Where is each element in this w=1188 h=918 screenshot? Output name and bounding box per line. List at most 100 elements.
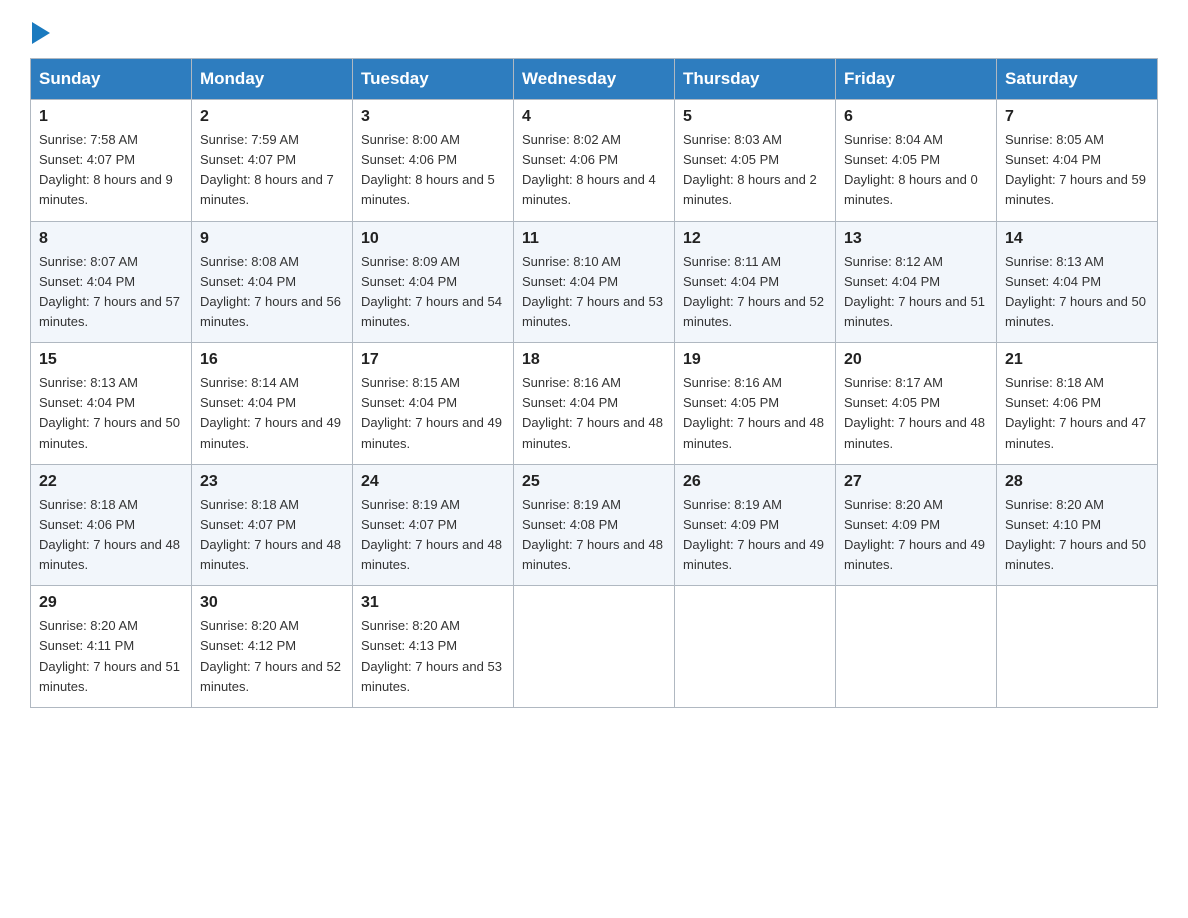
calendar-week-row: 8 Sunrise: 8:07 AMSunset: 4:04 PMDaylight… xyxy=(31,221,1158,343)
calendar-header-row: SundayMondayTuesdayWednesdayThursdayFrid… xyxy=(31,59,1158,100)
day-info: Sunrise: 8:20 AMSunset: 4:09 PMDaylight:… xyxy=(844,495,988,576)
calendar-cell xyxy=(836,586,997,708)
calendar-cell xyxy=(514,586,675,708)
day-number: 26 xyxy=(683,473,827,491)
calendar-cell: 6 Sunrise: 8:04 AMSunset: 4:05 PMDaylight… xyxy=(836,100,997,222)
day-number: 24 xyxy=(361,473,505,491)
day-number: 4 xyxy=(522,108,666,126)
day-info: Sunrise: 8:19 AMSunset: 4:08 PMDaylight:… xyxy=(522,495,666,576)
day-number: 9 xyxy=(200,230,344,248)
day-number: 23 xyxy=(200,473,344,491)
col-header-wednesday: Wednesday xyxy=(514,59,675,100)
day-info: Sunrise: 8:20 AMSunset: 4:13 PMDaylight:… xyxy=(361,616,505,697)
day-info: Sunrise: 7:59 AMSunset: 4:07 PMDaylight:… xyxy=(200,130,344,211)
day-number: 15 xyxy=(39,351,183,369)
calendar-cell: 5 Sunrise: 8:03 AMSunset: 4:05 PMDaylight… xyxy=(675,100,836,222)
day-number: 12 xyxy=(683,230,827,248)
day-info: Sunrise: 8:13 AMSunset: 4:04 PMDaylight:… xyxy=(1005,252,1149,333)
calendar-cell: 23 Sunrise: 8:18 AMSunset: 4:07 PMDayligh… xyxy=(192,464,353,586)
calendar-cell: 11Sunrise: 8:10 AMSunset: 4:04 PMDayligh… xyxy=(514,221,675,343)
day-info: Sunrise: 8:14 AMSunset: 4:04 PMDaylight:… xyxy=(200,373,344,454)
col-header-tuesday: Tuesday xyxy=(353,59,514,100)
day-info: Sunrise: 8:13 AMSunset: 4:04 PMDaylight:… xyxy=(39,373,183,454)
calendar-cell: 30 Sunrise: 8:20 AMSunset: 4:12 PMDayligh… xyxy=(192,586,353,708)
calendar-week-row: 15 Sunrise: 8:13 AMSunset: 4:04 PMDayligh… xyxy=(31,343,1158,465)
day-info: Sunrise: 8:18 AMSunset: 4:06 PMDaylight:… xyxy=(1005,373,1149,454)
calendar-cell: 28Sunrise: 8:20 AMSunset: 4:10 PMDayligh… xyxy=(997,464,1158,586)
calendar-cell: 20 Sunrise: 8:17 AMSunset: 4:05 PMDayligh… xyxy=(836,343,997,465)
calendar-cell: 14 Sunrise: 8:13 AMSunset: 4:04 PMDayligh… xyxy=(997,221,1158,343)
day-number: 31 xyxy=(361,594,505,612)
day-number: 1 xyxy=(39,108,183,126)
day-info: Sunrise: 8:09 AMSunset: 4:04 PMDaylight:… xyxy=(361,252,505,333)
day-number: 20 xyxy=(844,351,988,369)
day-number: 13 xyxy=(844,230,988,248)
calendar-cell: 1 Sunrise: 7:58 AMSunset: 4:07 PMDaylight… xyxy=(31,100,192,222)
day-number: 29 xyxy=(39,594,183,612)
calendar-cell: 8 Sunrise: 8:07 AMSunset: 4:04 PMDaylight… xyxy=(31,221,192,343)
day-number: 21 xyxy=(1005,351,1149,369)
calendar-cell: 15 Sunrise: 8:13 AMSunset: 4:04 PMDayligh… xyxy=(31,343,192,465)
calendar-cell: 9Sunrise: 8:08 AMSunset: 4:04 PMDaylight… xyxy=(192,221,353,343)
day-info: Sunrise: 7:58 AMSunset: 4:07 PMDaylight:… xyxy=(39,130,183,211)
day-info: Sunrise: 8:07 AMSunset: 4:04 PMDaylight:… xyxy=(39,252,183,333)
calendar-cell: 16 Sunrise: 8:14 AMSunset: 4:04 PMDayligh… xyxy=(192,343,353,465)
day-number: 30 xyxy=(200,594,344,612)
page-header xyxy=(30,20,1158,42)
day-info: Sunrise: 8:18 AMSunset: 4:07 PMDaylight:… xyxy=(200,495,344,576)
calendar-cell: 18Sunrise: 8:16 AMSunset: 4:04 PMDayligh… xyxy=(514,343,675,465)
day-info: Sunrise: 8:10 AMSunset: 4:04 PMDaylight:… xyxy=(522,252,666,333)
day-number: 8 xyxy=(39,230,183,248)
calendar-cell: 24 Sunrise: 8:19 AMSunset: 4:07 PMDayligh… xyxy=(353,464,514,586)
day-info: Sunrise: 8:17 AMSunset: 4:05 PMDaylight:… xyxy=(844,373,988,454)
day-info: Sunrise: 8:19 AMSunset: 4:07 PMDaylight:… xyxy=(361,495,505,576)
day-info: Sunrise: 8:04 AMSunset: 4:05 PMDaylight:… xyxy=(844,130,988,211)
calendar-cell: 27 Sunrise: 8:20 AMSunset: 4:09 PMDayligh… xyxy=(836,464,997,586)
calendar-cell: 26 Sunrise: 8:19 AMSunset: 4:09 PMDayligh… xyxy=(675,464,836,586)
day-info: Sunrise: 8:16 AMSunset: 4:05 PMDaylight:… xyxy=(683,373,827,454)
col-header-saturday: Saturday xyxy=(997,59,1158,100)
calendar-cell: 22 Sunrise: 8:18 AMSunset: 4:06 PMDayligh… xyxy=(31,464,192,586)
day-number: 5 xyxy=(683,108,827,126)
col-header-friday: Friday xyxy=(836,59,997,100)
day-info: Sunrise: 8:19 AMSunset: 4:09 PMDaylight:… xyxy=(683,495,827,576)
day-number: 25 xyxy=(522,473,666,491)
day-info: Sunrise: 8:20 AMSunset: 4:12 PMDaylight:… xyxy=(200,616,344,697)
day-number: 28 xyxy=(1005,473,1149,491)
day-number: 10 xyxy=(361,230,505,248)
calendar-week-row: 1 Sunrise: 7:58 AMSunset: 4:07 PMDaylight… xyxy=(31,100,1158,222)
day-number: 7 xyxy=(1005,108,1149,126)
calendar-cell: 19 Sunrise: 8:16 AMSunset: 4:05 PMDayligh… xyxy=(675,343,836,465)
calendar-cell: 17 Sunrise: 8:15 AMSunset: 4:04 PMDayligh… xyxy=(353,343,514,465)
calendar-cell: 3Sunrise: 8:00 AMSunset: 4:06 PMDaylight… xyxy=(353,100,514,222)
day-info: Sunrise: 8:15 AMSunset: 4:04 PMDaylight:… xyxy=(361,373,505,454)
day-info: Sunrise: 8:18 AMSunset: 4:06 PMDaylight:… xyxy=(39,495,183,576)
day-number: 19 xyxy=(683,351,827,369)
day-number: 6 xyxy=(844,108,988,126)
calendar-table: SundayMondayTuesdayWednesdayThursdayFrid… xyxy=(30,58,1158,708)
day-info: Sunrise: 8:20 AMSunset: 4:11 PMDaylight:… xyxy=(39,616,183,697)
day-number: 27 xyxy=(844,473,988,491)
day-info: Sunrise: 8:03 AMSunset: 4:05 PMDaylight:… xyxy=(683,130,827,211)
calendar-cell: 31 Sunrise: 8:20 AMSunset: 4:13 PMDayligh… xyxy=(353,586,514,708)
calendar-week-row: 22 Sunrise: 8:18 AMSunset: 4:06 PMDayligh… xyxy=(31,464,1158,586)
calendar-cell: 7 Sunrise: 8:05 AMSunset: 4:04 PMDaylight… xyxy=(997,100,1158,222)
calendar-cell: 12 Sunrise: 8:11 AMSunset: 4:04 PMDayligh… xyxy=(675,221,836,343)
day-number: 14 xyxy=(1005,230,1149,248)
day-info: Sunrise: 8:11 AMSunset: 4:04 PMDaylight:… xyxy=(683,252,827,333)
day-number: 17 xyxy=(361,351,505,369)
calendar-cell: 29 Sunrise: 8:20 AMSunset: 4:11 PMDayligh… xyxy=(31,586,192,708)
col-header-monday: Monday xyxy=(192,59,353,100)
col-header-thursday: Thursday xyxy=(675,59,836,100)
calendar-week-row: 29 Sunrise: 8:20 AMSunset: 4:11 PMDayligh… xyxy=(31,586,1158,708)
calendar-cell: 2 Sunrise: 7:59 AMSunset: 4:07 PMDaylight… xyxy=(192,100,353,222)
day-number: 18 xyxy=(522,351,666,369)
day-number: 2 xyxy=(200,108,344,126)
day-info: Sunrise: 8:05 AMSunset: 4:04 PMDaylight:… xyxy=(1005,130,1149,211)
day-info: Sunrise: 8:02 AMSunset: 4:06 PMDaylight:… xyxy=(522,130,666,211)
day-number: 22 xyxy=(39,473,183,491)
calendar-cell: 4 Sunrise: 8:02 AMSunset: 4:06 PMDaylight… xyxy=(514,100,675,222)
day-number: 16 xyxy=(200,351,344,369)
calendar-cell xyxy=(675,586,836,708)
day-info: Sunrise: 8:12 AMSunset: 4:04 PMDaylight:… xyxy=(844,252,988,333)
